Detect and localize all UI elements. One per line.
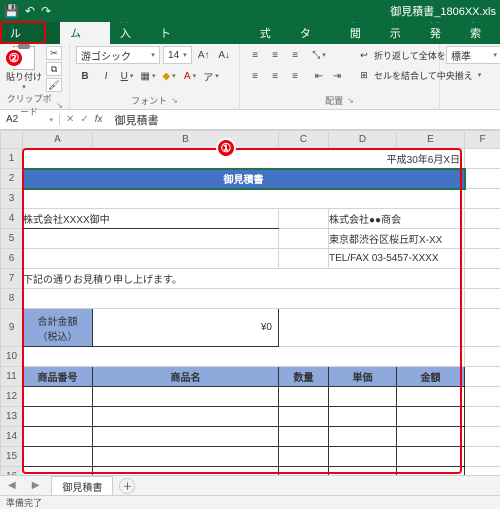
status-text: 準備完了	[6, 496, 42, 509]
row-header[interactable]: 2	[1, 169, 23, 189]
redo-icon[interactable]: ↷	[41, 4, 51, 18]
font-name-select[interactable]: 游ゴシック	[76, 46, 160, 64]
font-label: フォント	[131, 94, 167, 107]
fill-color-button[interactable]: ◆	[160, 67, 178, 85]
align-top-button[interactable]: ≡	[246, 46, 264, 64]
row-header[interactable]: 7	[1, 269, 23, 289]
sheet-nav-next[interactable]: ▶	[24, 480, 48, 491]
quick-access-toolbar: 💾 ↶ ↷	[4, 4, 51, 18]
dialog-launcher-icon[interactable]: ↘	[347, 96, 354, 105]
align-center-button[interactable]: ≡	[266, 67, 284, 85]
col-header[interactable]: F	[465, 131, 500, 149]
formula-bar[interactable]: 御見積書	[109, 112, 500, 128]
row-header[interactable]: 11	[1, 367, 23, 387]
cell-title[interactable]: 御見積書	[23, 169, 465, 189]
name-box[interactable]: A2▾	[0, 114, 60, 125]
ruby-button[interactable]: ア	[202, 67, 220, 85]
row-header[interactable]: 5	[1, 229, 23, 249]
number-format-select[interactable]: 標準	[446, 46, 500, 64]
cell-header-name[interactable]: 商品名	[93, 367, 279, 387]
col-header[interactable]: E	[397, 131, 465, 149]
ribbon: 貼り付け ▾ ✂ ⧉ 🖌 クリップボード↘ 游ゴシック 14 A↑ A↓ B I…	[0, 44, 500, 110]
align-left-button[interactable]: ≡	[246, 67, 264, 85]
italic-button[interactable]: I	[97, 67, 115, 85]
decrease-font-button[interactable]: A↓	[215, 46, 233, 64]
cell-total-value[interactable]: ¥0	[93, 309, 279, 347]
cell-header-qty[interactable]: 数量	[279, 367, 329, 387]
group-number: 標準	[440, 44, 496, 109]
annotation-callout-1: ①	[216, 138, 236, 158]
group-font: 游ゴシック 14 A↑ A↓ B I U ▦ ◆ A ア フォント ↘	[70, 44, 240, 109]
row-header[interactable]: 3	[1, 189, 23, 209]
sheet-tab-bar: ◀ ▶ 御見積書 ＋	[0, 475, 500, 495]
cell-client[interactable]: 株式会社XXXX御中	[23, 209, 279, 229]
dialog-launcher-icon[interactable]: ↘	[171, 96, 178, 105]
col-header[interactable]: A	[23, 131, 93, 149]
worksheet-grid[interactable]: A B C D E F 1 平成30年6月X日 2 御見積書 3 4 株式会社X…	[0, 130, 500, 487]
row-header[interactable]: 6	[1, 249, 23, 269]
row-header[interactable]: 9	[1, 309, 23, 347]
underline-button[interactable]: U	[118, 67, 136, 85]
row-header[interactable]: 1	[1, 149, 23, 169]
select-all-corner[interactable]	[1, 131, 23, 149]
col-header[interactable]: D	[329, 131, 397, 149]
format-painter-button[interactable]: 🖌	[46, 78, 62, 92]
border-button[interactable]: ▦	[139, 67, 157, 85]
ribbon-tabs: ファイル ホーム 挿入 ページレイアウト 数式 データ 校閲 表示 開発 検索	[0, 22, 500, 44]
title-bar: 💾 ↶ ↷ 御見積書_1806XX.xls	[0, 0, 500, 22]
col-header[interactable]: C	[279, 131, 329, 149]
cell-note[interactable]: 下記の通りお見積り申し上げます。	[23, 269, 465, 289]
save-icon[interactable]: 💾	[4, 4, 19, 18]
group-alignment: ≡ ≡ ≡ ≡ ≡ ≡ ⤡ ⇤ ⇥ ↩折り返して全体を表示する ⊞	[240, 44, 440, 109]
cell-company[interactable]: 株式会社●●商会	[329, 209, 465, 229]
cell-address[interactable]: 東京都渋谷区桜丘町X-XX	[329, 229, 465, 249]
row-header[interactable]: 15	[1, 447, 23, 467]
cell-tel[interactable]: TEL/FAX 03-5457-XXXX	[329, 249, 465, 269]
cell-date[interactable]: 平成30年6月X日	[23, 149, 465, 169]
sheet-tab[interactable]: 御見積書	[51, 476, 113, 496]
col-header[interactable]: B	[93, 131, 279, 149]
font-color-button[interactable]: A	[181, 67, 199, 85]
enter-icon[interactable]: ✓	[80, 114, 88, 125]
row-header[interactable]: 10	[1, 347, 23, 367]
cell-header-no[interactable]: 商品番号	[23, 367, 93, 387]
increase-indent-button[interactable]: ⇥	[328, 67, 346, 85]
cut-button[interactable]: ✂	[46, 46, 62, 60]
bold-button[interactable]: B	[76, 67, 94, 85]
row-header[interactable]: 14	[1, 427, 23, 447]
align-bottom-button[interactable]: ≡	[286, 46, 304, 64]
align-middle-button[interactable]: ≡	[266, 46, 284, 64]
font-size-select[interactable]: 14	[163, 46, 192, 64]
align-right-button[interactable]: ≡	[286, 67, 304, 85]
annotation-callout-2: ②	[4, 48, 24, 68]
decrease-indent-button[interactable]: ⇤	[310, 67, 328, 85]
new-sheet-button[interactable]: ＋	[119, 478, 135, 494]
undo-icon[interactable]: ↶	[25, 4, 35, 18]
cell-total-label[interactable]: 合計金額（税込）	[23, 309, 93, 347]
orientation-button[interactable]: ⤡	[310, 46, 328, 64]
row-header[interactable]: 8	[1, 289, 23, 309]
merge-icon: ⊞	[357, 68, 371, 82]
fx-icon[interactable]: fx	[95, 114, 103, 125]
dialog-launcher-icon[interactable]: ↘	[56, 101, 63, 110]
row-header[interactable]: 13	[1, 407, 23, 427]
row-header[interactable]: 4	[1, 209, 23, 229]
cancel-icon[interactable]: ✕	[66, 114, 74, 125]
copy-button[interactable]: ⧉	[46, 62, 62, 76]
sheet-nav-prev[interactable]: ◀	[0, 480, 24, 491]
wrap-icon: ↩	[357, 48, 371, 62]
cell-header-price[interactable]: 単価	[329, 367, 397, 387]
cell-header-amount[interactable]: 金額	[397, 367, 465, 387]
increase-font-button[interactable]: A↑	[195, 46, 213, 64]
formula-bar-row: A2▾ ✕ ✓ fx 御見積書	[0, 110, 500, 130]
row-header[interactable]: 12	[1, 387, 23, 407]
alignment-label: 配置	[325, 94, 343, 107]
window-title: 御見積書_1806XX.xls	[390, 3, 496, 19]
status-bar: 準備完了	[0, 495, 500, 509]
